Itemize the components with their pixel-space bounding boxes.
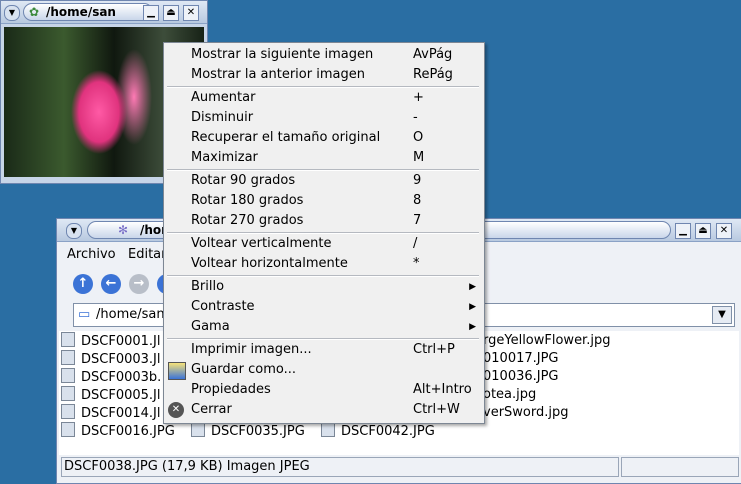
desktop: { "viewer": { "title": "/home/san", "ima… bbox=[0, 0, 741, 484]
folder-icon: ▭ bbox=[78, 307, 91, 322]
minimize-button[interactable]: ▁ bbox=[143, 5, 159, 21]
shortcut-label: Ctrl+W bbox=[413, 402, 460, 417]
up-icon[interactable]: ↑ bbox=[73, 274, 93, 294]
file-item[interactable]: DSCF0003b. bbox=[61, 368, 161, 386]
maximize-button[interactable]: ⏏ bbox=[695, 223, 711, 239]
file-item[interactable]: 010017.JPG bbox=[483, 350, 559, 368]
menu-item-gama[interactable]: Gama ▶ bbox=[164, 317, 484, 337]
menu-archivo[interactable]: Archivo bbox=[67, 247, 116, 262]
app-icon: ✻ bbox=[118, 223, 129, 237]
menu-item-recuperar-el-tamaño-original[interactable]: Recuperar el tamaño original O bbox=[164, 128, 484, 148]
file-item[interactable]: DSCF0042.JPG bbox=[321, 422, 435, 440]
location-dropdown-icon[interactable]: ▼ bbox=[712, 306, 732, 324]
menu-item-disminuir[interactable]: Disminuir - bbox=[164, 108, 484, 128]
file-item[interactable]: rgeYellowFlower.jpg bbox=[483, 332, 610, 350]
app-icon: ✿ bbox=[29, 5, 40, 19]
image-file-icon bbox=[61, 422, 75, 437]
shortcut-label: - bbox=[413, 110, 418, 125]
shortcut-label: Alt+Intro bbox=[413, 382, 472, 397]
viewer-titlebar[interactable]: ▼ ✿ /home/san ▁ ⏏ ✕ bbox=[1, 1, 207, 24]
image-file-icon bbox=[191, 422, 205, 437]
file-item[interactable]: DSCF0003.Jl bbox=[61, 350, 160, 368]
image-file-icon bbox=[61, 404, 75, 419]
close-button[interactable]: ✕ bbox=[183, 5, 199, 21]
submenu-arrow-icon: ▶ bbox=[469, 302, 476, 312]
submenu-arrow-icon: ▶ bbox=[469, 282, 476, 292]
menu-item-contraste[interactable]: Contraste ▶ bbox=[164, 297, 484, 317]
shortcut-label: * bbox=[413, 256, 420, 271]
image-file-icon bbox=[61, 332, 75, 347]
minimize-button[interactable]: ▁ bbox=[675, 223, 691, 239]
menu-item-imprimir-imagen[interactable]: Imprimir imagen... Ctrl+P bbox=[164, 340, 484, 360]
menu-item-voltear-verticalmente[interactable]: Voltear verticalmente / bbox=[164, 234, 484, 254]
menu-item-aumentar[interactable]: Aumentar + bbox=[164, 88, 484, 108]
close-icon: ✕ bbox=[168, 402, 184, 418]
shortcut-label: M bbox=[413, 150, 425, 165]
menu-item-rotar-180-grados[interactable]: Rotar 180 grados 8 bbox=[164, 191, 484, 211]
viewer-title: ✿ /home/san bbox=[23, 3, 153, 21]
save-icon bbox=[168, 362, 186, 380]
shortcut-label: + bbox=[413, 90, 424, 105]
shortcut-label: AvPág bbox=[413, 47, 453, 62]
status-text: DSCF0038.JPG (17,9 KB) Imagen JPEG bbox=[61, 457, 619, 477]
close-button[interactable]: ✕ bbox=[716, 223, 732, 239]
forward-icon[interactable]: → bbox=[129, 274, 149, 294]
shortcut-label: RePág bbox=[413, 67, 453, 82]
status-extra bbox=[621, 457, 739, 477]
menu-item-cerrar[interactable]: ✕ Cerrar Ctrl+W bbox=[164, 400, 484, 420]
image-file-icon bbox=[321, 422, 335, 437]
file-item[interactable]: 010036.JPG bbox=[483, 368, 559, 386]
shortcut-label: Ctrl+P bbox=[413, 342, 455, 357]
image-file-icon bbox=[61, 350, 75, 365]
context-menu: Mostrar la siguiente imagen AvPág Mostrar … bbox=[163, 42, 485, 424]
back-icon[interactable]: ← bbox=[101, 274, 121, 294]
shortcut-label: 9 bbox=[413, 173, 422, 188]
window-menu-icon[interactable]: ▼ bbox=[66, 223, 82, 239]
file-item[interactable]: verSword.jpg bbox=[483, 404, 569, 422]
menu-item-mostrar-la-siguiente-imagen[interactable]: Mostrar la siguiente imagen AvPág bbox=[164, 45, 484, 65]
file-item[interactable]: DSCF0035.JPG bbox=[191, 422, 305, 440]
shortcut-label: 8 bbox=[413, 193, 422, 208]
file-item[interactable]: DSCF0016.JPG bbox=[61, 422, 175, 440]
menu-item-mostrar-la-anterior-imagen[interactable]: Mostrar la anterior imagen RePág bbox=[164, 65, 484, 85]
menu-item-maximizar[interactable]: Maximizar M bbox=[164, 148, 484, 168]
file-item[interactable]: DSCF0014.Jl bbox=[61, 404, 160, 422]
image-file-icon bbox=[61, 368, 75, 383]
menu-item-brillo[interactable]: Brillo ▶ bbox=[164, 277, 484, 297]
menu-item-voltear-horizontalmente[interactable]: Voltear horizontalmente * bbox=[164, 254, 484, 274]
status-bar: DSCF0038.JPG (17,9 KB) Imagen JPEG bbox=[59, 457, 739, 479]
file-item[interactable]: DSCF0005.Jl bbox=[61, 386, 160, 404]
image-file-icon bbox=[61, 386, 75, 401]
menu-item-propiedades[interactable]: Propiedades Alt+Intro bbox=[164, 380, 484, 400]
file-item[interactable]: otea.jpg bbox=[483, 386, 536, 404]
menu-editar[interactable]: Editar bbox=[128, 247, 167, 262]
window-menu-icon[interactable]: ▼ bbox=[4, 5, 20, 21]
shortcut-label: 7 bbox=[413, 213, 422, 228]
menu-item-rotar-270-grados[interactable]: Rotar 270 grados 7 bbox=[164, 211, 484, 231]
shortcut-label: / bbox=[413, 236, 418, 251]
maximize-button[interactable]: ⏏ bbox=[163, 5, 179, 21]
submenu-arrow-icon: ▶ bbox=[469, 322, 476, 332]
menu-item-rotar-90-grados[interactable]: Rotar 90 grados 9 bbox=[164, 171, 484, 191]
shortcut-label: O bbox=[413, 130, 424, 145]
file-item[interactable]: DSCF0001.Jl bbox=[61, 332, 160, 350]
menu-item-guardar-como[interactable]: Guardar como... bbox=[164, 360, 484, 380]
location-input[interactable]: /home/san bbox=[96, 307, 165, 322]
